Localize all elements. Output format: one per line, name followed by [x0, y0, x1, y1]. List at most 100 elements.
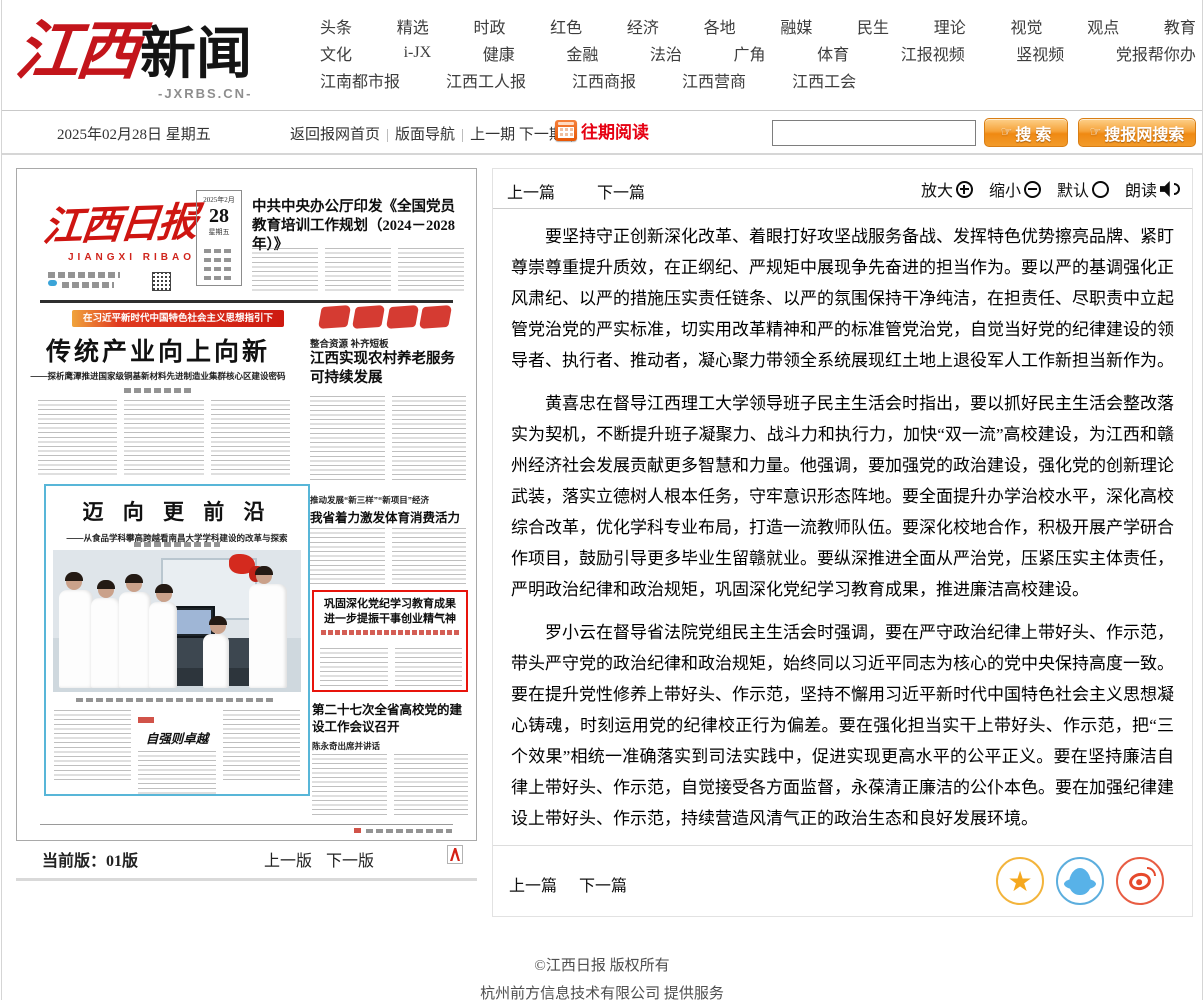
nav-fazhi[interactable]: 法治 [650, 41, 682, 65]
photo-person-seated [203, 634, 229, 688]
photo-person [149, 602, 177, 688]
red-label [138, 717, 154, 723]
photo-person [59, 590, 93, 688]
zoom-out-control[interactable]: 缩小 [989, 177, 1041, 201]
newspaper-page-image-frame: 江西日报 JIANGXI RIBAO 2025年2月 28 星期五 中共中央办公… [16, 168, 477, 841]
masthead-small-text [48, 272, 120, 278]
nav-jiangxi-shangbao[interactable]: 江西商报 [572, 68, 636, 92]
highlighted-article-box[interactable]: 巩固深化党纪学习教育成果 进一步提振干事创业精气神 [312, 590, 468, 692]
share-icons: ★ [996, 857, 1164, 905]
nav-guandian[interactable]: 观点 [1087, 14, 1119, 38]
search-button[interactable]: ☞ 搜 索 [984, 118, 1068, 147]
zoom-in-control[interactable]: 放大 [921, 177, 973, 201]
masthead-title: 江西日报 [41, 189, 200, 252]
paper-bottom-rule [40, 824, 453, 825]
next-article-link-bottom[interactable]: 下一篇 [579, 872, 627, 896]
nav-shijue[interactable]: 视觉 [1010, 14, 1042, 38]
faux-text-block [138, 751, 215, 795]
article-paragraph: 黄喜忠在督导江西理工大学领导班子民主生活会时指出，要以抓好民主生活会整改落实为契… [511, 388, 1174, 605]
weibo-wave-shape [1147, 867, 1156, 876]
byline [134, 542, 220, 547]
archive-reading[interactable]: 往期阅读 [555, 118, 649, 143]
faux-text-block [310, 528, 466, 586]
current-page-label: 当前版：01版 [42, 847, 138, 871]
prev-page-link[interactable]: 上一版 [264, 853, 312, 870]
prev-article-link[interactable]: 上一篇 [507, 179, 555, 203]
masthead-rule [40, 300, 453, 303]
site-search-button[interactable]: ☞ 搜报网搜索 [1078, 118, 1196, 147]
nav-jiankang[interactable]: 健康 [483, 41, 515, 65]
nav-jingxuan[interactable]: 精选 [397, 14, 429, 38]
photo-person [119, 592, 151, 688]
speaker-icon [1160, 181, 1180, 197]
nav-jiangbao-video[interactable]: 江报视频 [901, 41, 965, 65]
nav-jiaoyu[interactable]: 教育 [1164, 14, 1196, 38]
nav-jingji[interactable]: 经济 [627, 14, 659, 38]
calendar-icon [555, 120, 577, 141]
current-page-caption: 当前版： [42, 853, 106, 870]
nav-jinrong[interactable]: 金融 [566, 41, 598, 65]
nav-gedi[interactable]: 各地 [704, 14, 736, 38]
pointer-hand-icon: ☞ [1001, 125, 1013, 140]
nav-jiangxi-gonghui[interactable]: 江西工会 [792, 68, 856, 92]
nav-guangjiao[interactable]: 广角 [734, 41, 766, 65]
nav-jiangxi-yingshang[interactable]: 江西营商 [682, 68, 746, 92]
nav-row-2: 文化 i-JX 健康 金融 法治 广角 体育 江报视频 竖视频 党报帮你办 [320, 39, 1196, 66]
weibo-icon[interactable] [1116, 857, 1164, 905]
feature-article-box: 迈 向 更 前 沿 ——从食品学科攀高跨越看南昌大学学科建设的改革与探索 [44, 484, 310, 796]
paper-credit-line [366, 829, 452, 833]
qzone-icon[interactable]: ★ [996, 857, 1044, 905]
faux-text-block [310, 396, 466, 480]
date-box-weekday: 星期五 [197, 227, 241, 237]
article-controls: 放大 缩小 默认 朗读 [921, 177, 1180, 201]
prev-issue-link[interactable]: 上一期 [470, 127, 515, 143]
nav-lilun[interactable]: 理论 [934, 14, 966, 38]
next-article-link[interactable]: 下一篇 [597, 179, 645, 203]
prev-article-link-bottom[interactable]: 上一篇 [509, 872, 557, 896]
layout-nav-link[interactable]: 版面导航 [395, 127, 455, 143]
page-version-nav: 当前版：01版 上一版 下一版 [16, 845, 477, 873]
left-panel-divider [16, 878, 477, 881]
nav-tiyu[interactable]: 体育 [817, 41, 849, 65]
nav-rongmei[interactable]: 融媒 [780, 14, 812, 38]
search-input[interactable] [772, 120, 976, 146]
qq-penguin-shape [1069, 868, 1091, 895]
faux-text-block [252, 248, 464, 294]
back-home-link[interactable]: 返回报网首页 [290, 127, 380, 143]
date-box-day: 28 [197, 205, 241, 227]
nav-jiangxi-gongrenbao[interactable]: 江西工人报 [446, 68, 526, 92]
article-footer: 上一篇 下一篇 ★ [493, 845, 1192, 916]
date-box-small-text [204, 267, 234, 271]
nav-shu-video[interactable]: 竖视频 [1016, 41, 1064, 65]
qq-icon[interactable] [1056, 857, 1104, 905]
nav-minsheng[interactable]: 民生 [857, 14, 889, 38]
date-box-small-text [204, 276, 234, 280]
zoom-out-circle-minus-icon [1024, 181, 1041, 198]
nav-dangbao-help[interactable]: 党报帮你办 [1116, 41, 1196, 65]
default-size-control[interactable]: 默认 [1057, 177, 1109, 201]
current-page-value: 01版 [106, 853, 138, 870]
newspaper-page-image[interactable]: 江西日报 JIANGXI RIBAO 2025年2月 28 星期五 中共中央办公… [24, 176, 469, 833]
nav-hongse[interactable]: 红色 [550, 14, 582, 38]
page: 江西新闻 -JXRBS.CN- 头条 精选 时政 红色 经济 各地 融媒 民生 … [1, 0, 1203, 1000]
paper-top-headline: 中共中央办公厅印发《全国党员教育培训工作规划（2024－2028年）》 [252, 198, 464, 255]
faux-text-block [38, 400, 290, 478]
feature-headline: 迈 向 更 前 沿 [54, 496, 300, 526]
nav-wenhua[interactable]: 文化 [320, 41, 352, 65]
right-kicker: 整合资源 补齐短板 [310, 336, 389, 350]
photo-person [91, 598, 121, 688]
archive-reading-link[interactable]: 往期阅读 [581, 118, 649, 143]
pdf-icon[interactable] [447, 845, 463, 864]
masthead-date-box: 2025年2月 28 星期五 [196, 190, 242, 286]
paper-main-headline: 传统产业向上向新 [30, 332, 286, 368]
nav-jiangnan-dushibao[interactable]: 江南都市报 [320, 68, 400, 92]
masthead-small-text [62, 282, 114, 288]
paper-main-subtitle: ——探析鹰潭推进国家级铜基新材料先进制造业集群核心区建设密码 [28, 370, 288, 382]
nav-shizheng[interactable]: 时政 [473, 14, 505, 38]
next-page-link[interactable]: 下一版 [326, 853, 374, 870]
nav-toutiao[interactable]: 头条 [320, 14, 352, 38]
zoom-in-label: 放大 [921, 177, 953, 201]
nav-ijx[interactable]: i-JX [404, 44, 432, 62]
site-logo[interactable]: 江西新闻 -JXRBS.CN- [16, 2, 312, 108]
read-aloud-control[interactable]: 朗读 [1125, 177, 1180, 201]
